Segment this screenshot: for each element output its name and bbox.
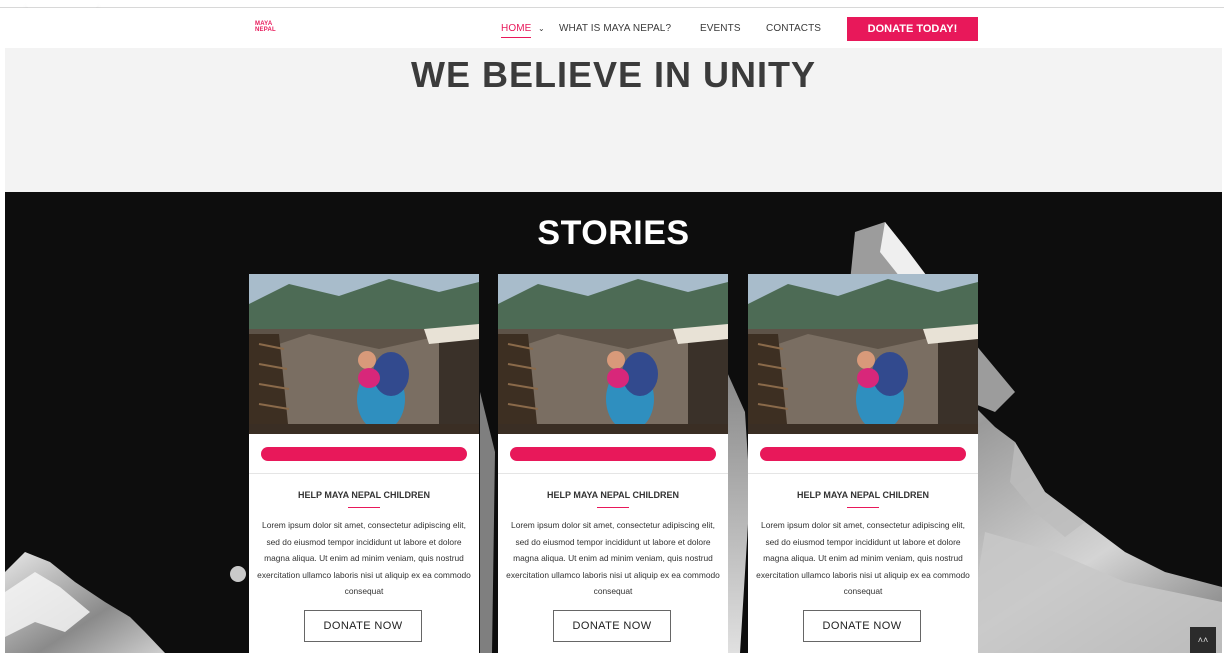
nav-item-what-is-maya-nepal[interactable]: WHAT IS MAYA NEPAL? xyxy=(559,23,671,34)
card-divider xyxy=(249,473,479,474)
progress-bar xyxy=(261,447,467,461)
hero-title: WE BELIEVE IN UNITY xyxy=(410,54,817,95)
card-title: HELP MAYA NEPAL CHILDREN xyxy=(297,490,431,500)
story-card: HELP MAYA NEPAL CHILDREN Lorem ipsum dol… xyxy=(498,274,728,653)
donate-now-button[interactable]: DONATE NOW xyxy=(803,610,921,642)
double-chevron-up-icon[interactable]: ˄˄ xyxy=(1190,627,1216,653)
card-description: Lorem ipsum dolor sit amet, consectetur … xyxy=(756,520,970,597)
donate-now-button[interactable]: DONATE NOW xyxy=(304,610,422,642)
story-card: HELP MAYA NEPAL CHILDREN Lorem ipsum dol… xyxy=(249,274,479,653)
nav-active-underline xyxy=(501,37,531,38)
progress-bar xyxy=(760,447,966,461)
story-image[interactable] xyxy=(498,274,728,434)
nav-item-contacts[interactable]: CONTACTS xyxy=(766,23,821,34)
logo[interactable]: MAYA NEPAL xyxy=(255,21,276,33)
progress-bar xyxy=(510,447,716,461)
story-image[interactable] xyxy=(249,274,479,434)
hero-section: WE BELIEVE IN UNITY xyxy=(5,48,1222,192)
card-description: Lorem ipsum dolor sit amet, consectetur … xyxy=(506,520,720,597)
donate-today-button[interactable]: DONATE TODAY! xyxy=(847,17,978,41)
title-underline xyxy=(348,507,380,508)
stories-title: STORIES xyxy=(537,214,690,252)
card-divider xyxy=(748,473,978,474)
nav-item-events[interactable]: EVENTS xyxy=(700,23,741,34)
title-underline xyxy=(847,507,879,508)
chevron-down-icon[interactable]: ⌄ xyxy=(538,24,545,33)
donate-now-button[interactable]: DONATE NOW xyxy=(553,610,671,642)
nav-item-home[interactable]: HOME xyxy=(501,23,531,34)
title-underline xyxy=(597,507,629,508)
card-description: Lorem ipsum dolor sit amet, consectetur … xyxy=(257,520,471,597)
logo-line-2: NEPAL xyxy=(255,27,276,33)
stories-section: STORIES HELP MAYA NEPAL CHILDREN Lorem i… xyxy=(5,192,1222,653)
card-divider xyxy=(498,473,728,474)
card-title: HELP MAYA NEPAL CHILDREN xyxy=(796,490,930,500)
navbar: MAYA NEPAL HOME ⌄ WHAT IS MAYA NEPAL? EV… xyxy=(0,8,1224,48)
card-title: HELP MAYA NEPAL CHILDREN xyxy=(546,490,680,500)
story-card: HELP MAYA NEPAL CHILDREN Lorem ipsum dol… xyxy=(748,274,978,653)
story-image[interactable] xyxy=(748,274,978,434)
